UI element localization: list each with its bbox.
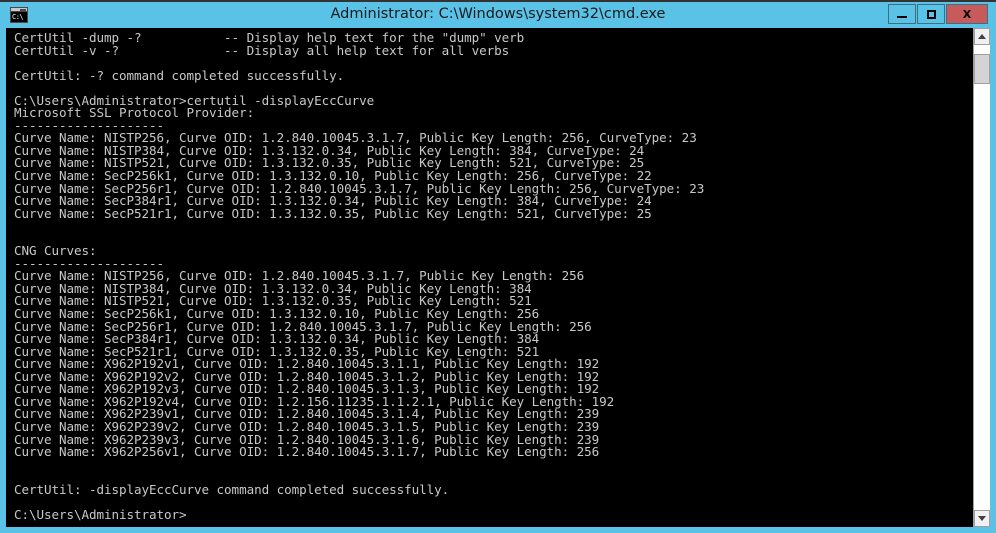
console-line: Curve Name: SecP521r1, Curve OID: 1.3.13… (14, 205, 652, 221)
console-output[interactable]: CertUtil -dump -? -- Display help text f… (6, 28, 973, 527)
scrollbar-thumb[interactable] (974, 54, 990, 84)
console-line: CertUtil -v -? -- Display all help text … (14, 42, 510, 58)
close-button[interactable]: X (946, 4, 988, 24)
console-scrollbar[interactable] (973, 28, 990, 527)
console-line: C:\Users\Administrator> (14, 506, 187, 522)
window-title: Administrator: C:\Windows\system32\cmd.e… (330, 6, 666, 22)
console-line: CertUtil: -displayEccCurve command compl… (14, 481, 450, 497)
chevron-down-icon (978, 516, 986, 521)
console-area: CertUtil -dump -? -- Display help text f… (6, 28, 990, 527)
maximize-icon (926, 9, 936, 19)
minimize-icon (897, 15, 907, 18)
maximize-button[interactable] (917, 4, 945, 24)
scrollbar-down-button[interactable] (974, 510, 990, 527)
title-bar-top-edge (0, 0, 996, 2)
scrollbar-up-button[interactable] (974, 28, 990, 45)
chevron-up-icon (978, 34, 986, 39)
window-controls: X (887, 0, 996, 28)
cmd-icon-prompt-text: C:\ (11, 12, 27, 22)
console-line: Curve Name: X962P256v1, Curve OID: 1.2.8… (14, 444, 600, 460)
title-bar[interactable]: C:\ Administrator: C:\Windows\system32\c… (0, 0, 996, 28)
scrollbar-track[interactable] (974, 45, 990, 510)
cmd-app-icon[interactable]: C:\ (10, 7, 28, 23)
console-window: C:\ Administrator: C:\Windows\system32\c… (0, 0, 996, 533)
console-line: CertUtil: -? command completed successfu… (14, 67, 345, 83)
minimize-button[interactable] (888, 4, 916, 24)
